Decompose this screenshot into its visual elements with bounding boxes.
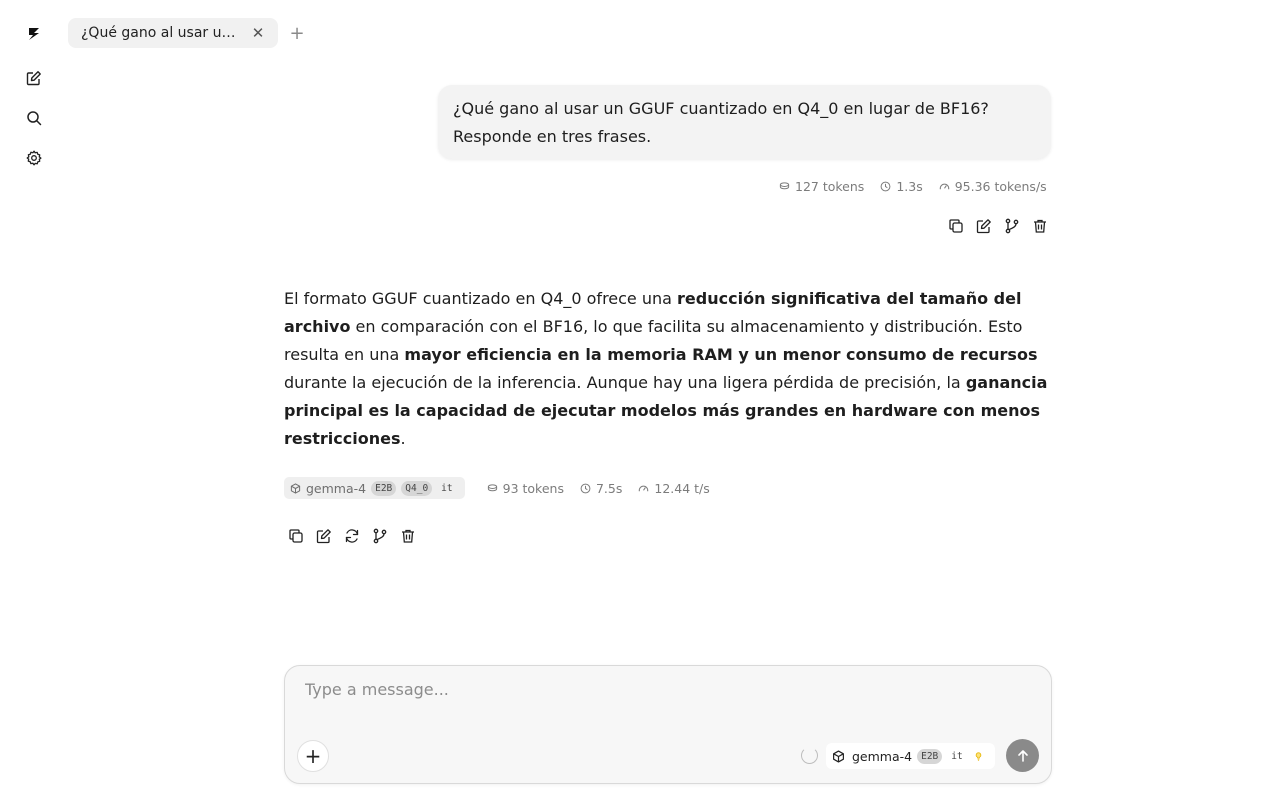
tokens-icon [487,483,497,491]
tokens-per-second: 12.44 t/s [638,481,710,496]
copy-icon[interactable] [282,524,310,548]
gauge-icon [639,485,649,491]
tab-chat[interactable]: ¿Qué gano al usar un... ✕ [68,18,278,48]
user-message: ¿Qué gano al usar un GGUF cuantizado en … [438,85,1051,159]
model-tag: Q4_0 [401,480,433,496]
user-message-actions [942,214,1054,238]
delete-icon[interactable] [394,524,422,548]
lightbulb-icon[interactable] [975,748,989,764]
user-message-stats: 127 tokens 1.3s 95.36 tokens/s [779,179,1047,194]
tab-title: ¿Qué gano al usar un... [81,25,242,41]
new-tab-icon[interactable]: + [287,22,307,44]
generation-time: 1.3s [880,179,923,194]
model-name: gemma-4 [306,480,367,496]
model-selector[interactable]: gemma-4 E2B it [826,743,995,769]
assistant-message-stats: gemma-4 E2B Q4_0 it 93 tokens 7.5s 12.44… [284,477,710,499]
message-composer: + gemma-4 E2B it [284,665,1052,784]
token-count: 127 tokens [779,179,864,194]
edit-icon[interactable] [970,214,998,238]
cube-icon [290,482,301,494]
new-chat-icon[interactable] [20,64,48,92]
answer-text-segment: durante la ejecución de la inferencia. A… [284,373,966,392]
loading-spinner-icon [801,747,818,764]
arrow-up-icon [1017,749,1028,762]
regenerate-icon[interactable] [338,524,366,548]
settings-icon[interactable] [20,144,48,172]
attach-button[interactable]: + [297,740,329,772]
copy-icon[interactable] [942,214,970,238]
send-button[interactable] [1006,739,1039,772]
answer-text-segment: . [400,429,406,448]
close-icon[interactable]: ✕ [250,24,266,42]
model-tag: it [951,750,963,762]
sidebar [0,0,68,800]
model-tag: E2B [917,748,943,764]
branch-icon[interactable] [998,214,1026,238]
clock-icon [880,181,891,192]
model-badge: gemma-4 E2B Q4_0 it [284,477,465,499]
tokens-icon [779,182,790,190]
cube-icon [833,749,844,763]
logo-icon[interactable] [20,20,48,48]
branch-icon[interactable] [366,524,394,548]
model-tag: E2B [371,480,397,496]
clock-icon [580,483,591,493]
generation-time: 7.5s [580,481,622,496]
assistant-message: El formato GGUF cuantizado en Q4_0 ofrec… [284,285,1052,453]
tokens-per-second: 95.36 tokens/s [939,179,1047,194]
answer-bold-segment: mayor eficiencia en la memoria RAM y un … [404,345,1038,364]
token-count: 93 tokens [487,481,564,496]
assistant-message-actions [282,524,422,548]
edit-icon[interactable] [310,524,338,548]
message-input[interactable] [305,680,1005,699]
plus-icon: + [304,744,322,768]
delete-icon[interactable] [1026,214,1054,238]
search-icon[interactable] [20,104,48,132]
gauge-icon [939,183,949,190]
model-tag: it [441,482,453,494]
model-name: gemma-4 [852,748,913,764]
answer-text-segment: El formato GGUF cuantizado en Q4_0 ofrec… [284,289,678,308]
